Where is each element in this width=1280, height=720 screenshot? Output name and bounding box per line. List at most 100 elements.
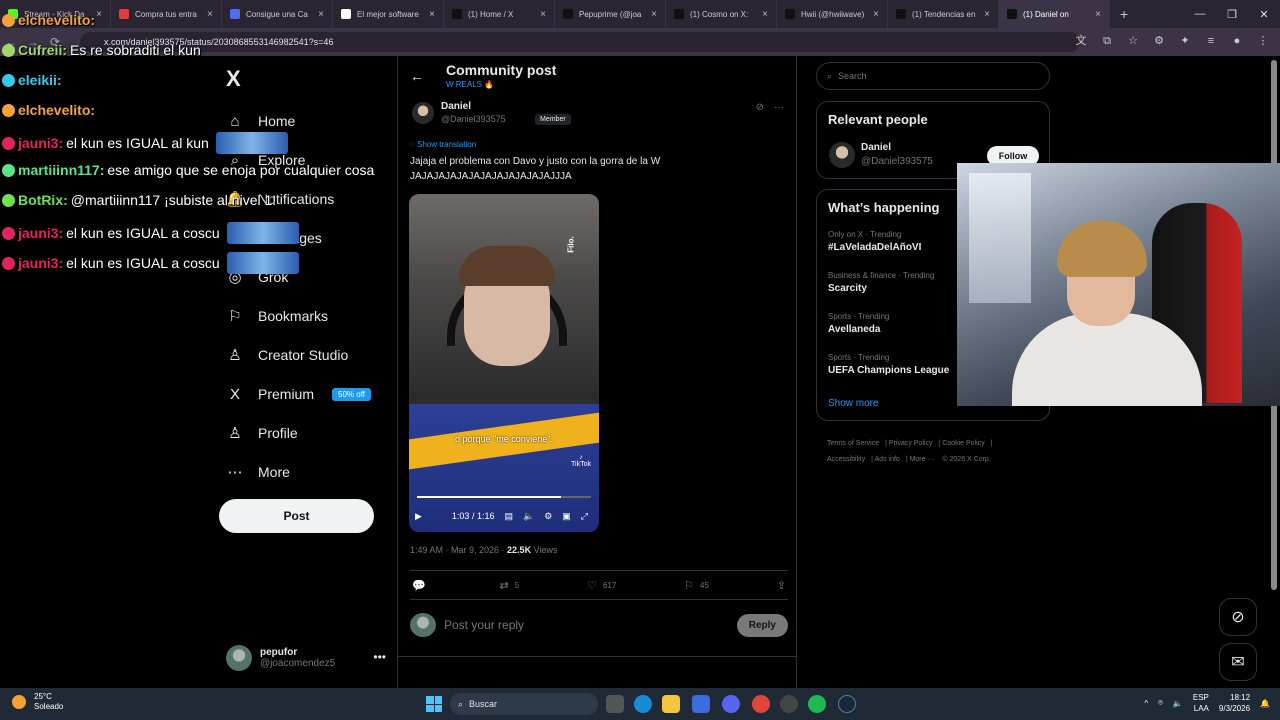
task-view-icon[interactable] <box>606 695 624 713</box>
more-dots-icon[interactable]: ••• <box>373 650 386 664</box>
chat-username[interactable]: elchevelito: <box>18 102 95 118</box>
author-name[interactable]: Daniel <box>441 101 471 112</box>
post-timestamp[interactable]: 1:49 AM · Mar 9, 2026 · <box>410 545 507 555</box>
spotify-icon[interactable] <box>808 695 826 713</box>
avatar[interactable] <box>412 102 434 124</box>
menu-icon[interactable]: ⋮ <box>1256 34 1270 48</box>
extension-icon[interactable]: ⚙ <box>1152 34 1166 48</box>
video-player[interactable]: Filo. o porque "me conviene". ♪ TikTok ▶… <box>409 194 599 532</box>
footer-link[interactable]: Accessibility <box>827 456 865 463</box>
messages-icon[interactable]: ✉ <box>1219 643 1257 681</box>
clock[interactable]: 18:12 9/3/2026 <box>1219 692 1250 714</box>
profile-icon[interactable]: ● <box>1230 34 1244 48</box>
browser-tab[interactable]: Pepuprime (@joa × <box>555 0 666 28</box>
discord-icon[interactable] <box>722 695 740 713</box>
show-translation-link[interactable]: ◌ Show translation <box>410 140 476 149</box>
footer-link[interactable]: Cookie Policy <box>942 440 984 447</box>
trend-item[interactable]: Only on X · Trending #LaVeladaDelAñoVI <box>828 230 921 253</box>
network-icon[interactable]: ⌾ <box>1158 698 1163 708</box>
media-icon[interactable]: ≡ <box>1204 34 1218 48</box>
minimize-button[interactable]: — <box>1184 0 1216 28</box>
footer-link[interactable]: Ads info <box>875 456 900 463</box>
chat-username[interactable]: Cufreii: <box>18 42 67 58</box>
settings-icon[interactable]: ⚙ <box>544 511 552 522</box>
chat-username[interactable]: jauni3: <box>18 255 63 271</box>
bookmark-action[interactable]: ⚐ 45 <box>684 579 709 592</box>
tab-close-icon[interactable]: × <box>984 9 990 20</box>
trend-item[interactable]: Business & finance · Trending Scarcity <box>828 271 934 294</box>
repost-action[interactable]: ⇄ 5 <box>500 579 520 592</box>
grok-icon[interactable]: ⊘ <box>1219 598 1257 636</box>
install-icon[interactable]: ⧉ <box>1100 34 1114 48</box>
person-name[interactable]: Daniel <box>861 142 891 153</box>
account-switcher[interactable]: pepufor @joacomendez5 ••• <box>226 642 386 674</box>
chat-username[interactable]: BotRix: <box>18 192 68 208</box>
reply-input[interactable]: Post your reply <box>444 618 737 632</box>
like-action[interactable]: ♡ 617 <box>587 579 616 592</box>
video-progress-bar[interactable] <box>417 496 591 498</box>
nav-item-more[interactable]: ⋯ More <box>226 457 290 487</box>
back-arrow-icon[interactable]: ← <box>410 68 424 84</box>
app-icon[interactable] <box>780 695 798 713</box>
nav-item-creator-studio[interactable]: ♙ Creator Studio <box>226 340 348 370</box>
trend-item[interactable]: Sports · Trending Avellaneda <box>828 312 889 335</box>
captions-icon[interactable]: ▤ <box>504 511 513 522</box>
tab-close-icon[interactable]: × <box>873 9 879 20</box>
windows-start-icon[interactable] <box>426 696 442 712</box>
fullscreen-icon[interactable]: ⤢ <box>581 511 588 522</box>
tab-close-icon[interactable]: × <box>651 9 657 20</box>
avatar[interactable] <box>829 142 855 168</box>
chat-username[interactable]: martiiinn117: <box>18 162 104 178</box>
bookmark-star-icon[interactable]: ☆ <box>1126 34 1140 48</box>
steam-icon[interactable] <box>838 695 856 713</box>
reply-action[interactable]: 💬 <box>412 579 432 592</box>
chat-username[interactable]: elchevelito: <box>18 12 95 28</box>
store-icon[interactable] <box>692 695 710 713</box>
puzzle-icon[interactable]: ✦ <box>1178 34 1192 48</box>
tab-close-icon[interactable]: × <box>429 9 435 20</box>
browser-tab[interactable]: (1) Daniel on × <box>999 0 1110 28</box>
pip-icon[interactable]: ▣ <box>562 511 571 522</box>
browser-tab[interactable]: (1) Home / X × <box>444 0 555 28</box>
weather-widget[interactable]: 25°C Soleado <box>12 692 63 712</box>
footer-link[interactable]: Terms of Service <box>827 440 879 447</box>
translate-icon[interactable]: 文 <box>1074 34 1088 48</box>
share-action[interactable]: ⇪ <box>777 579 786 592</box>
edge-icon[interactable] <box>634 695 652 713</box>
chrome-icon[interactable] <box>752 695 770 713</box>
file-explorer-icon[interactable] <box>662 695 680 713</box>
footer-link[interactable]: Privacy Policy <box>889 440 933 447</box>
author-handle[interactable]: @Daniel393575 <box>441 114 506 124</box>
notifications-icon[interactable]: 🔔 <box>1260 699 1270 708</box>
more-dots-icon[interactable]: ··· <box>774 102 784 113</box>
tab-close-icon[interactable]: × <box>1095 9 1101 20</box>
nav-item-bookmarks[interactable]: ⚐ Bookmarks <box>226 301 328 331</box>
close-window-button[interactable]: ✕ <box>1248 0 1280 28</box>
volume-icon[interactable]: 🔈 <box>1173 699 1183 708</box>
browser-tab[interactable]: (1) Cosmo on X: × <box>666 0 777 28</box>
taskbar-search[interactable]: ⌕ Buscar <box>450 693 598 715</box>
tab-close-icon[interactable]: × <box>540 9 546 20</box>
trend-item[interactable]: Sports · Trending UEFA Champions League <box>828 353 949 376</box>
volume-icon[interactable]: 🔈 <box>523 511 534 522</box>
person-handle[interactable]: @Daniel393575 <box>861 156 933 167</box>
chat-username[interactable]: eleikii: <box>18 72 62 88</box>
maximize-button[interactable]: ❐ <box>1216 0 1248 28</box>
chevron-up-icon[interactable]: ^ <box>1144 699 1148 708</box>
browser-tab[interactable]: (1) Tendencias en × <box>888 0 999 28</box>
new-tab-button[interactable]: + <box>1110 6 1138 22</box>
post-button[interactable]: Post <box>219 499 374 533</box>
chat-username[interactable]: jauni3: <box>18 225 63 241</box>
grok-icon[interactable]: ⊘ <box>756 102 764 113</box>
nav-item-premium[interactable]: X Premium 50% off <box>226 379 371 409</box>
play-icon[interactable]: ▶ <box>415 511 422 522</box>
reply-button[interactable]: Reply <box>736 613 788 637</box>
footer-link[interactable]: More ··· <box>910 456 935 463</box>
search-input[interactable]: ⌕ Search <box>816 62 1050 90</box>
nav-item-profile[interactable]: ♙ Profile <box>226 418 297 448</box>
show-more-link[interactable]: Show more <box>828 398 879 409</box>
community-link[interactable]: W REALS 🔥 <box>446 80 494 89</box>
language-indicator[interactable]: ESP LAA <box>1193 692 1209 714</box>
browser-tab[interactable]: Hwii (@hwiiwave) × <box>777 0 888 28</box>
chat-username[interactable]: jauni3: <box>18 135 63 151</box>
